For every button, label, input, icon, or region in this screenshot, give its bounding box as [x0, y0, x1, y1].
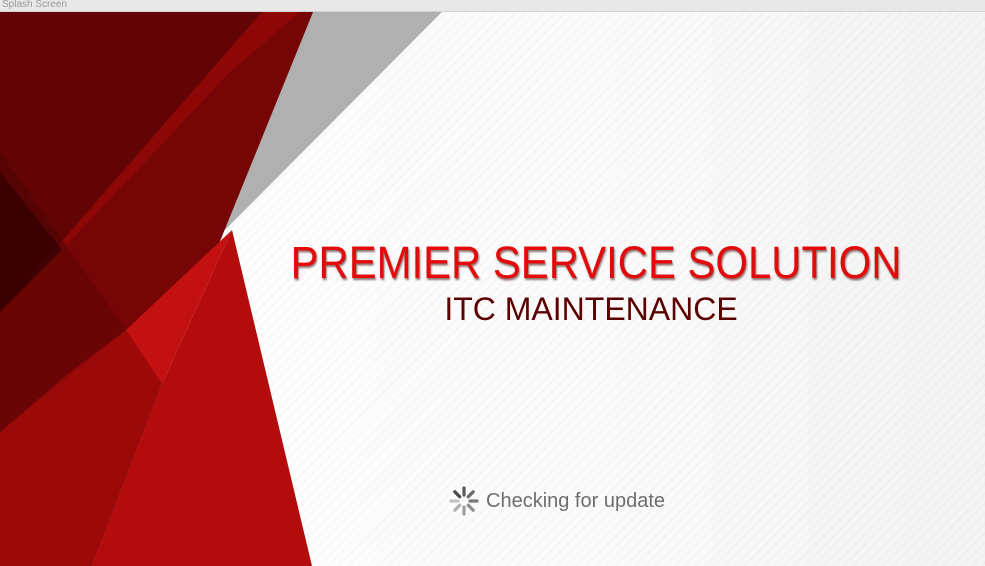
window-titlebar[interactable]: Splash Screen	[0, 0, 985, 12]
update-status: Checking for update	[448, 484, 665, 518]
app-title: PREMIER SERVICE SOLUTION	[290, 237, 902, 288]
app-subtitle: ITC MAINTENANCE	[444, 291, 738, 327]
window-title: Splash Screen	[2, 0, 68, 10]
splash-content: PREMIER SERVICE SOLUTION ITC MAINTENANCE…	[0, 12, 985, 566]
loading-spinner-icon	[449, 486, 479, 516]
status-text: Checking for update	[486, 489, 666, 512]
splash-window: Splash Screen PREMIER SERVICE SOLUTION I…	[0, 0, 985, 566]
